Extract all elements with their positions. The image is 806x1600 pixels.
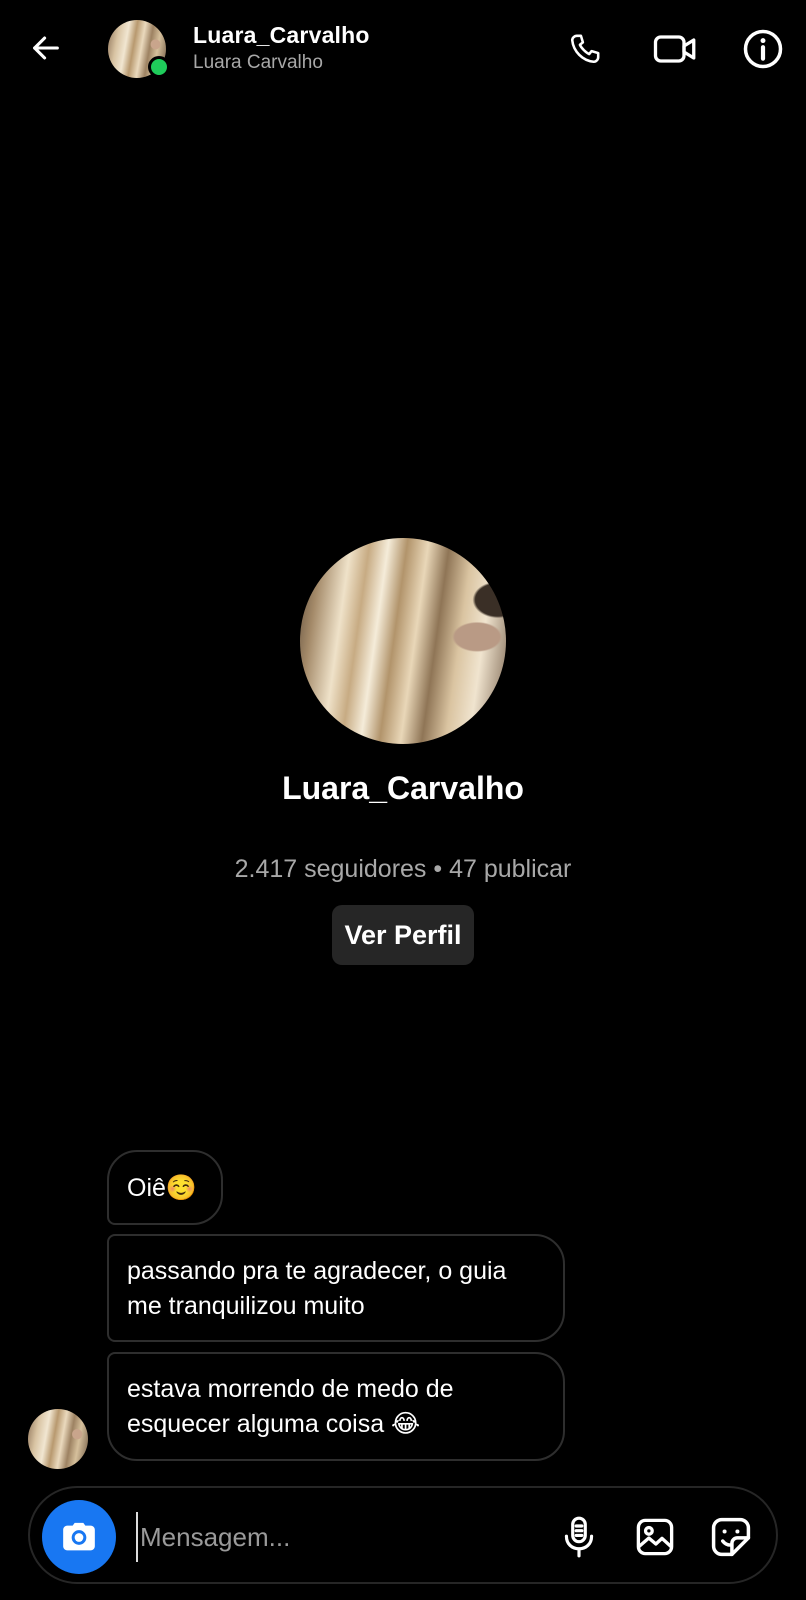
header-avatar[interactable]: [108, 20, 170, 78]
profile-summary: Luara_Carvalho 2.417 seguidores • 47 pub…: [0, 538, 806, 965]
back-button[interactable]: [26, 28, 66, 68]
sticker-icon: [711, 1517, 751, 1557]
sticker-button[interactable]: [706, 1512, 756, 1562]
info-button[interactable]: [740, 26, 786, 72]
message-input[interactable]: [136, 1512, 540, 1562]
phone-icon: [570, 34, 600, 64]
message-bubble[interactable]: estava morrendo de medo de esquecer algu…: [107, 1352, 565, 1461]
view-profile-button[interactable]: Ver Perfil: [332, 905, 474, 965]
message-bubble[interactable]: Oiê☺️: [107, 1150, 223, 1225]
profile-avatar[interactable]: [300, 538, 506, 744]
video-call-button[interactable]: [652, 26, 698, 72]
header-username: Luara_Carvalho: [193, 22, 370, 48]
info-icon: [743, 29, 783, 69]
voice-call-button[interactable]: [562, 26, 608, 72]
camera-icon: [63, 1522, 95, 1551]
online-status-dot: [148, 56, 170, 78]
message-composer: [28, 1486, 778, 1584]
gallery-button[interactable]: [630, 1512, 680, 1562]
chat-header: Luara_Carvalho Luara Carvalho: [0, 0, 806, 100]
sender-avatar[interactable]: [28, 1409, 88, 1469]
profile-username: Luara_Carvalho: [282, 770, 524, 806]
arrow-left-icon: [33, 36, 59, 60]
camera-button[interactable]: [42, 1500, 116, 1574]
header-user-info[interactable]: Luara_Carvalho Luara Carvalho: [193, 20, 370, 76]
voice-message-button[interactable]: [554, 1512, 604, 1562]
profile-stats: 2.417 seguidores • 47 publicar: [234, 855, 572, 883]
video-camera-icon: [653, 35, 696, 63]
gallery-icon: [636, 1518, 674, 1556]
avatar-image: [28, 1409, 88, 1469]
microphone-icon: [564, 1516, 594, 1558]
header-full-name: Luara Carvalho: [193, 52, 323, 73]
message-bubble[interactable]: passando pra te agradecer, o guia me tra…: [107, 1234, 565, 1342]
